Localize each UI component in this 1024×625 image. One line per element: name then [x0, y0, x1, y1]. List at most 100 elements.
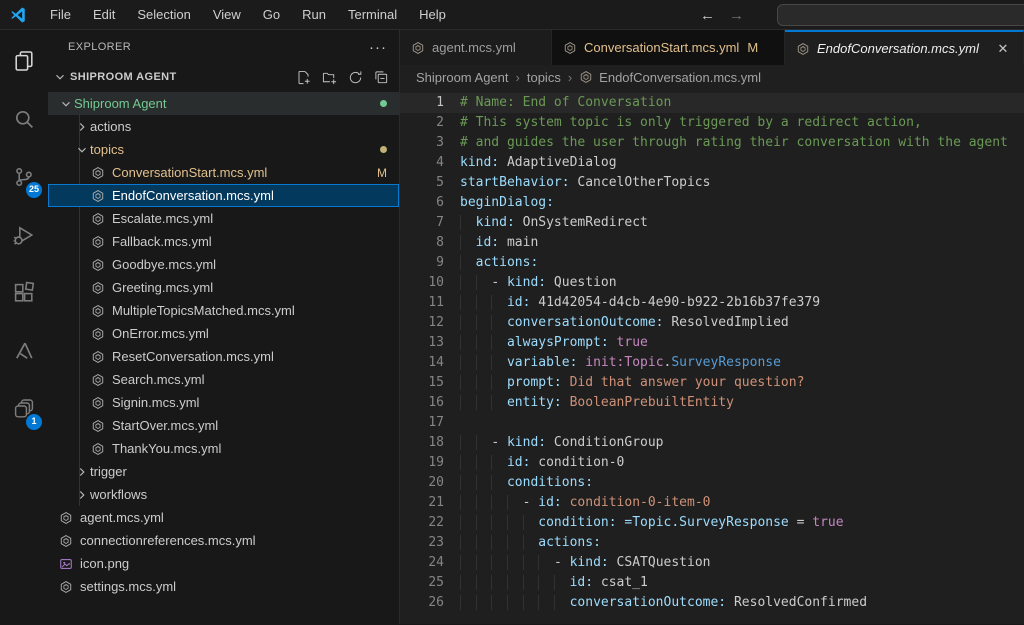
menu-terminal[interactable]: Terminal [337, 0, 408, 30]
breadcrumb-item[interactable]: EndofConversation.mcs.yml [599, 70, 761, 85]
line-content: # and guides the user through rating the… [460, 133, 1024, 153]
tree-item-thankyou-mcs-yml[interactable]: ThankYou.mcs.yml [48, 437, 399, 460]
code-line-14: 14 variable: init:Topic.SurveyResponse [400, 353, 1024, 373]
tree-item-greeting-mcs-yml[interactable]: Greeting.mcs.yml [48, 276, 399, 299]
explorer-section-header[interactable]: SHIPROOM AGENT [48, 64, 399, 90]
line-content: entity: BooleanPrebuiltEntity [460, 393, 1024, 413]
tree-item-goodbye-mcs-yml[interactable]: Goodbye.mcs.yml [48, 253, 399, 276]
tree-item-topics[interactable]: topics [48, 138, 399, 161]
code-line-25: 25 id: csat_1 [400, 573, 1024, 593]
tab-label: EndofConversation.mcs.yml [817, 41, 979, 56]
tree-item-signin-mcs-yml[interactable]: Signin.mcs.yml [48, 391, 399, 414]
tree-item-icon-png[interactable]: icon.png [48, 552, 399, 575]
mcs-file-icon [58, 510, 74, 526]
tab-agent-mcs-yml[interactable]: agent.mcs.yml [400, 30, 552, 65]
new-file-icon[interactable] [293, 67, 313, 87]
mcs-file-icon [562, 40, 578, 56]
collapse-all-icon[interactable] [371, 67, 391, 87]
tree-item-trigger[interactable]: trigger [48, 460, 399, 483]
file-tree: Shiproom AgentactionstopicsConversationS… [48, 90, 399, 624]
menu-run[interactable]: Run [291, 0, 337, 30]
tree-item-label: MultipleTopicsMatched.mcs.yml [112, 303, 295, 318]
line-content: # Name: End of Conversation [460, 93, 1024, 113]
activity-extensions-icon[interactable] [0, 270, 48, 316]
menu-edit[interactable]: Edit [82, 0, 126, 30]
tab-conversationstart-mcs-yml[interactable]: ConversationStart.mcs.ymlM [552, 30, 785, 65]
tree-item-label: Escalate.mcs.yml [112, 211, 213, 226]
code-line-4: 4kind: AdaptiveDialog [400, 153, 1024, 173]
tab-endofconversation-mcs-yml[interactable]: EndofConversation.mcs.yml ✕ [785, 30, 1024, 65]
line-content: # This system topic is only triggered by… [460, 113, 1024, 133]
tab-bar: agent.mcs.ymlConversationStart.mcs.ymlME… [400, 30, 1024, 65]
line-content: variable: init:Topic.SurveyResponse [460, 353, 1024, 373]
tree-item-label: Shiproom Agent [74, 96, 167, 111]
tree-item-endofconversation-mcs-yml[interactable]: EndofConversation.mcs.yml [48, 184, 399, 207]
tree-item-shiproom-agent[interactable]: Shiproom Agent [48, 92, 399, 115]
code-line-5: 5startBehavior: CancelOtherTopics [400, 173, 1024, 193]
activity-run-and-debug-icon[interactable] [0, 212, 48, 258]
tree-item-conversationstart-mcs-yml[interactable]: ConversationStart.mcs.ymlM [48, 161, 399, 184]
mcs-file-icon [90, 165, 106, 181]
menu-selection[interactable]: Selection [126, 0, 201, 30]
activity-search-icon[interactable] [0, 96, 48, 142]
mcs-file-icon [90, 418, 106, 434]
activity-explorer-icon[interactable] [0, 38, 48, 84]
menu-help[interactable]: Help [408, 0, 457, 30]
code-editor[interactable]: 1# Name: End of Conversation2# This syst… [400, 90, 1024, 624]
line-content: id: condition-0 [460, 453, 1024, 473]
menu-file[interactable]: File [39, 0, 82, 30]
tree-item-label: trigger [90, 464, 127, 479]
tree-item-startover-mcs-yml[interactable]: StartOver.mcs.yml [48, 414, 399, 437]
activity-source-control-icon[interactable]: 25 [0, 154, 48, 200]
back-arrow-icon[interactable]: ← [700, 7, 715, 24]
tree-item-search-mcs-yml[interactable]: Search.mcs.yml [48, 368, 399, 391]
sidebar-header: EXPLORER ··· [48, 30, 399, 64]
refresh-icon[interactable] [345, 67, 365, 87]
breadcrumb[interactable]: Shiproom Agent›topics›EndofConversation.… [400, 65, 1024, 90]
line-content: id: main [460, 233, 1024, 253]
tree-item-label: EndofConversation.mcs.yml [112, 188, 274, 203]
line-number: 3 [400, 133, 460, 153]
chevron-right-icon [74, 487, 90, 503]
line-content [460, 413, 1024, 433]
vscode-window: FileEditSelectionViewGoRunTerminalHelp ←… [0, 0, 1024, 625]
menu-view[interactable]: View [202, 0, 252, 30]
activity-azure-icon[interactable] [0, 328, 48, 374]
mcs-file-icon [90, 303, 106, 319]
tab-modified-badge: M [747, 40, 758, 55]
line-number: 20 [400, 473, 460, 493]
line-content: conversationOutcome: ResolvedImplied [460, 313, 1024, 333]
command-center-search[interactable] [777, 4, 1024, 26]
tree-item-label: ConversationStart.mcs.yml [112, 165, 267, 180]
tree-item-settings-mcs-yml[interactable]: settings.mcs.yml [48, 575, 399, 598]
breadcrumb-item[interactable]: Shiproom Agent [416, 70, 509, 85]
tree-item-fallback-mcs-yml[interactable]: Fallback.mcs.yml [48, 230, 399, 253]
mcs-file-icon [90, 188, 106, 204]
tree-item-actions[interactable]: actions [48, 115, 399, 138]
breadcrumb-item[interactable]: topics [527, 70, 561, 85]
activity-agents-toolkit-icon[interactable]: 1 [0, 386, 48, 432]
line-content: conversationOutcome: ResolvedConfirmed [460, 593, 1024, 613]
tree-item-resetconversation-mcs-yml[interactable]: ResetConversation.mcs.yml [48, 345, 399, 368]
tree-item-multipletopicsmatched-mcs-yml[interactable]: MultipleTopicsMatched.mcs.yml [48, 299, 399, 322]
chevron-down-icon [58, 96, 74, 112]
forward-arrow-icon[interactable]: → [729, 7, 744, 24]
chevron-down-icon [74, 142, 90, 158]
git-status-dot [380, 146, 387, 153]
tree-item-label: icon.png [80, 556, 129, 571]
tree-item-connectionreferences-mcs-yml[interactable]: connectionreferences.mcs.yml [48, 529, 399, 552]
line-content: kind: AdaptiveDialog [460, 153, 1024, 173]
mcs-file-icon [795, 41, 811, 57]
code-line-15: 15 prompt: Did that answer your question… [400, 373, 1024, 393]
tree-item-workflows[interactable]: workflows [48, 483, 399, 506]
code-line-2: 2# This system topic is only triggered b… [400, 113, 1024, 133]
tree-item-escalate-mcs-yml[interactable]: Escalate.mcs.yml [48, 207, 399, 230]
code-line-7: 7 kind: OnSystemRedirect [400, 213, 1024, 233]
mcs-file-icon [90, 280, 106, 296]
new-folder-icon[interactable] [319, 67, 339, 87]
tree-item-onerror-mcs-yml[interactable]: OnError.mcs.yml [48, 322, 399, 345]
menu-go[interactable]: Go [252, 0, 291, 30]
close-icon[interactable]: ✕ [993, 41, 1013, 57]
more-actions-icon[interactable]: ··· [369, 39, 387, 56]
tree-item-agent-mcs-yml[interactable]: agent.mcs.yml [48, 506, 399, 529]
